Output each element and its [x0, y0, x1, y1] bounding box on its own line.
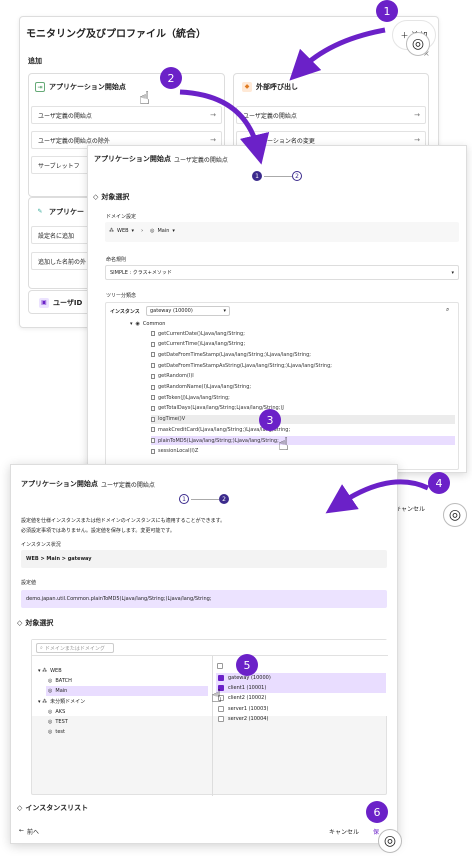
flow-arrows [179, 27, 430, 514]
callout-1: 1 [376, 0, 398, 22]
hand-pointer-icon: ☝ [211, 686, 222, 707]
callout-5: 5 [236, 654, 258, 676]
click-cursor-icon: ◎ [378, 829, 402, 853]
callout-4: 4 [428, 472, 450, 494]
hand-pointer-icon: ☝ [278, 434, 289, 455]
hand-pointer-icon: ☝ [139, 88, 150, 109]
click-cursor-icon: ◎ [443, 503, 467, 527]
callout-6: 6 [366, 801, 388, 823]
click-cursor-icon: ◎ [406, 32, 430, 56]
callout-2: 2 [160, 67, 182, 89]
callout-3: 3 [259, 409, 281, 431]
